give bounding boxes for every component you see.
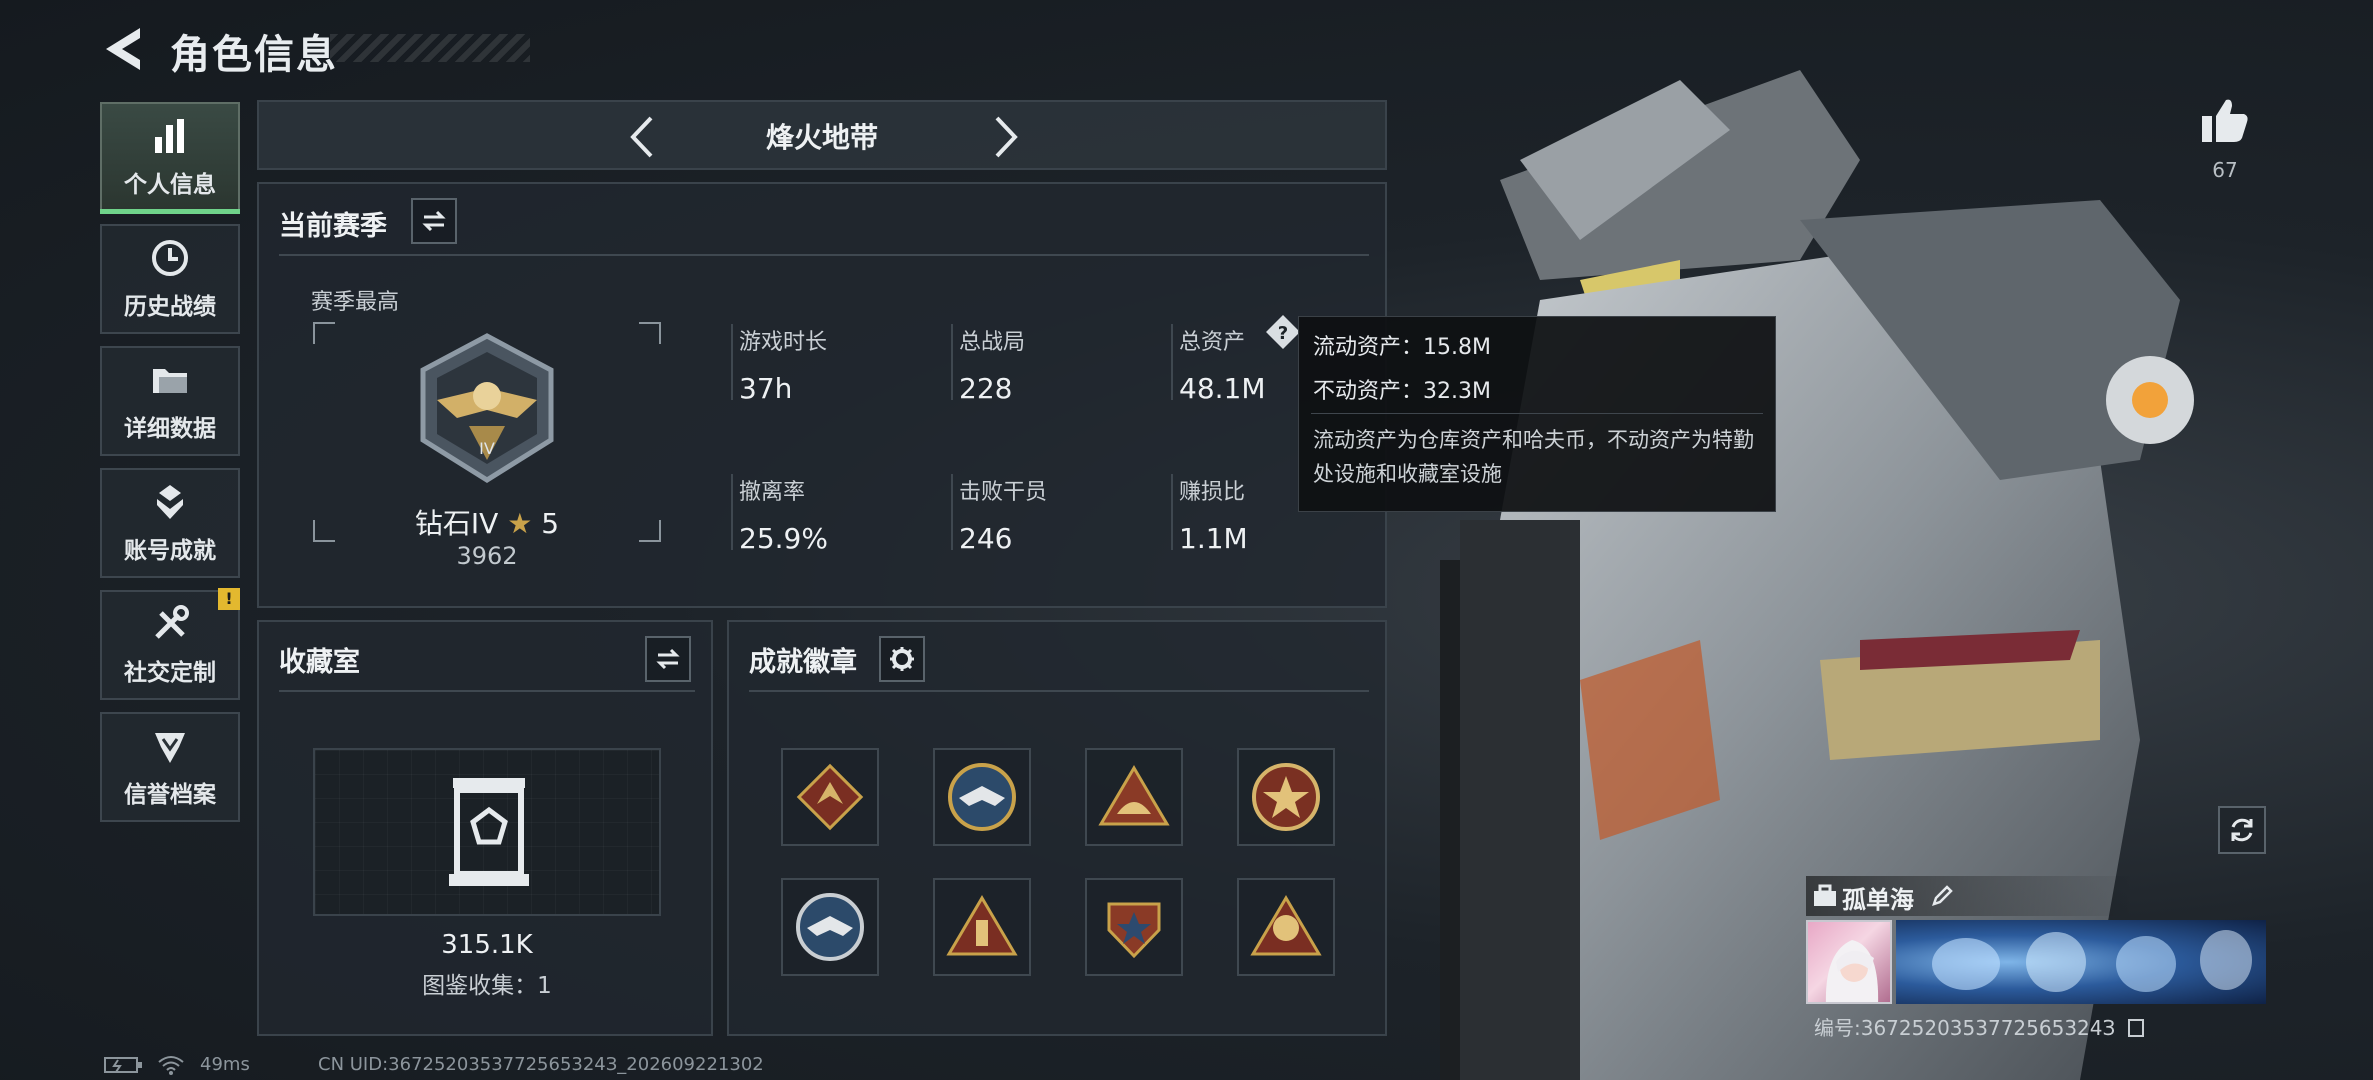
player-avatar[interactable] — [1806, 920, 1892, 1004]
swap-icon — [656, 648, 680, 670]
shield-stars-badge-icon — [1107, 902, 1161, 959]
badge-eagle[interactable] — [933, 748, 1031, 846]
eagle-badge-icon — [948, 763, 1016, 831]
dragon-badge-icon — [796, 763, 864, 831]
chevron-right-icon[interactable] — [979, 112, 1029, 162]
banner-art — [1932, 930, 2252, 992]
season-one-badge-icon — [1250, 895, 1322, 956]
tooltip-fixed-assets: 不动资产：32.3M — [1313, 379, 1491, 404]
collection-title: 收藏室 — [279, 647, 360, 678]
nav-history[interactable]: 历史战绩 — [100, 224, 240, 334]
collection-count: 图鉴收集：1 — [422, 973, 552, 999]
tooltip-divider — [1311, 413, 1763, 414]
tools-icon — [155, 605, 189, 639]
assets-tooltip: 流动资产：15.8M 不动资产：32.3M 流动资产为仓库资产和哈夫币，不动资产… — [1298, 316, 1776, 512]
stat-profit-ratio: 赚损比 1.1M — [1171, 474, 1248, 555]
nav-personal-info[interactable]: 个人信息 — [100, 102, 240, 214]
star-icon: ★ — [507, 507, 533, 540]
nav-detail-data[interactable]: 详细数据 — [100, 346, 240, 456]
back-arrow-icon[interactable] — [100, 24, 146, 74]
nav-label: 详细数据 — [124, 416, 216, 442]
rank-emblem-icon: IV — [420, 333, 554, 483]
badge-dragon[interactable] — [781, 748, 879, 846]
season-title: 当前赛季 — [279, 211, 387, 242]
mode-selector: 烽火地带 — [257, 100, 1387, 170]
history-clock-icon — [152, 240, 188, 276]
bar-chart-icon — [155, 119, 184, 153]
collection-panel: 收藏室 315.1K 图鉴收集：1 — [257, 620, 713, 1036]
bottom-uid: CN UID:3672520353772565324З_202609221302 — [318, 1054, 764, 1075]
nav-credit-file[interactable]: 信誉档案 — [100, 712, 240, 822]
nav-label: 信誉档案 — [124, 782, 216, 808]
shield-icon — [155, 733, 185, 763]
nav-label: 个人信息 — [124, 172, 216, 198]
divider — [279, 254, 1369, 256]
collection-value: 315.1K — [441, 930, 533, 960]
title-stripe-decoration — [330, 34, 530, 62]
badge-shield-stars[interactable] — [1085, 878, 1183, 976]
player-banner[interactable] — [1896, 920, 2266, 1004]
stat-play-time: 游戏时长 37h — [731, 324, 827, 405]
player-name: 孤单海 — [1842, 886, 1914, 914]
player-uid: 编号:3672520353772565324З — [1814, 1012, 2144, 1041]
gear-icon — [890, 647, 914, 671]
tooltip-liquid-assets: 流动资产：15.8M — [1313, 335, 1491, 360]
mode-title: 烽火地带 — [765, 121, 878, 154]
folder-icon — [153, 369, 187, 393]
refresh-button[interactable] — [2218, 806, 2266, 854]
nav-achievements[interactable]: 账号成就 — [100, 468, 240, 578]
eagle-badge-icon — [796, 893, 864, 961]
stat-total-matches: 总战局 228 — [951, 324, 1025, 405]
tower-badge-icon — [946, 895, 1018, 956]
stat-total-assets: 总资产 48.1M — [1171, 324, 1266, 405]
refresh-icon — [2231, 818, 2253, 842]
copy-icon[interactable] — [2127, 1019, 2144, 1037]
badge-settings-button[interactable] — [879, 636, 925, 682]
badge-star-shield[interactable] — [1237, 748, 1335, 846]
switch-season-button[interactable] — [411, 198, 457, 244]
stat-extract-rate: 撤离率 25.9% — [731, 474, 828, 555]
divider — [749, 690, 1369, 692]
tooltip-description: 流动资产为仓库资产和哈夫币，不动资产为特勤处设施和收藏室设施 — [1313, 428, 1754, 486]
thumbs-up-icon[interactable] — [2200, 96, 2250, 144]
badge-triangle-tower[interactable] — [933, 878, 1031, 976]
help-icon[interactable]: ? — [1265, 314, 1301, 350]
nav-label: 社交定制 — [124, 660, 216, 686]
nav-label: 历史战绩 — [124, 294, 216, 320]
briefcase-icon — [1814, 884, 1836, 906]
switch-collection-button[interactable] — [645, 636, 691, 682]
like-count: 67 — [2212, 158, 2238, 182]
swap-icon — [422, 210, 446, 232]
badge-triangle-helmet[interactable] — [1085, 748, 1183, 846]
nav-social-custom[interactable]: 社交定制 ! — [100, 588, 240, 700]
season-best-label: 赛季最高 — [311, 290, 400, 315]
rank-name: 钻石IV ★ 5 — [414, 507, 560, 540]
collection-case-icon — [449, 778, 529, 886]
divider — [279, 690, 695, 692]
badge-s1[interactable] — [1237, 878, 1335, 976]
svg-text:IV: IV — [479, 439, 495, 458]
badges-panel: 成就徽章 — [727, 620, 1387, 1036]
wifi-icon — [158, 1056, 184, 1075]
battery-icon — [104, 1057, 142, 1073]
stat-kills: 击败干员 246 — [951, 474, 1047, 555]
helmet-badge-icon — [1098, 765, 1170, 826]
svg-text:?: ? — [1278, 323, 1288, 344]
star-shield-badge-icon — [1252, 763, 1320, 831]
page-title: 角色信息 — [170, 32, 338, 78]
badges-title: 成就徽章 — [749, 647, 857, 678]
alert-badge: ! — [218, 588, 240, 610]
edit-pencil-icon[interactable] — [1930, 884, 1954, 908]
collection-preview[interactable] — [313, 748, 661, 916]
badge-eagle-2[interactable] — [781, 878, 879, 976]
nav-label: 账号成就 — [124, 538, 216, 564]
rank-score: 3962 — [456, 542, 518, 570]
season-panel: 当前赛季 赛季最高 IV 钻石IV ★ 5 3962 游戏时长 37h 总战局 … — [257, 182, 1387, 608]
achievement-icon — [157, 485, 183, 519]
ping-value: 49ms — [200, 1054, 250, 1075]
avatar-portrait — [1825, 940, 1879, 1002]
